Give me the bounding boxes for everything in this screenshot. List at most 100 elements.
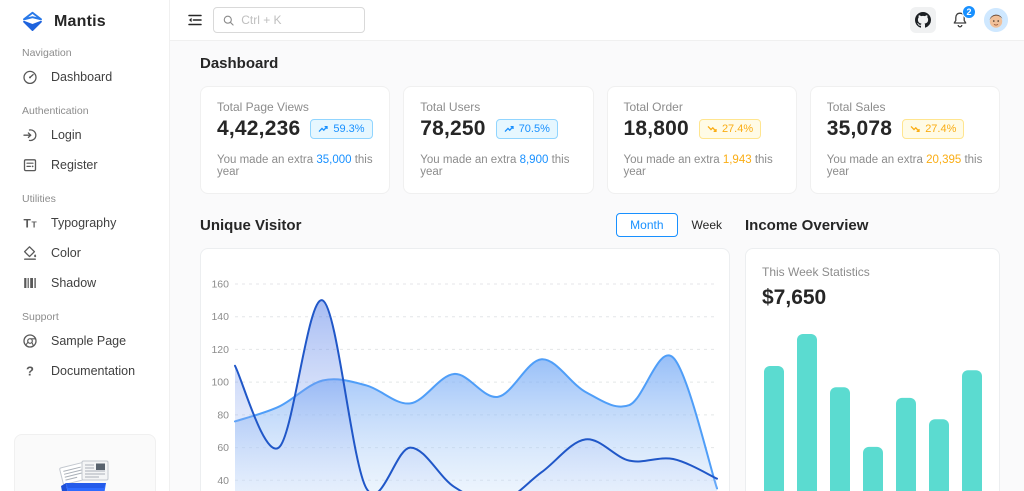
stat-value: 35,078 (826, 117, 893, 140)
stat-title: Total Page Views (217, 100, 309, 114)
stat-value: 4,42,236 (217, 117, 301, 140)
stat-title: Total Sales (826, 100, 886, 114)
brand-logo[interactable]: Mantis (0, 0, 169, 34)
sidebar-item-documentation[interactable]: ? Documentation (0, 356, 169, 386)
stat-footer-highlight: 20,395 (926, 154, 962, 166)
color-icon (23, 246, 37, 260)
sidebar-item-label: Documentation (51, 364, 136, 378)
stat-card-total-users: Total Users 78,250 70.5% You made an ext… (403, 86, 594, 194)
topbar-actions: 2 (910, 5, 1008, 33)
stat-footer: You made an extra 1,943 this year (623, 154, 773, 178)
nav-section-support: Support (22, 311, 59, 323)
user-avatar[interactable] (984, 8, 1008, 32)
sidebar-item-typography[interactable]: T T Typography (0, 208, 169, 238)
svg-text:?: ? (26, 364, 34, 379)
main-content: Dashboard Total Page Views 4,42,236 59.3… (170, 41, 1024, 491)
trending-down-icon (707, 125, 717, 133)
trend-badge: 59.3% (310, 118, 373, 140)
unique-visitor-area-chart: 16014012010080604020 (211, 279, 718, 491)
shadow-icon (24, 278, 36, 288)
trend-badge: 27.4% (902, 118, 965, 140)
sample-page-icon (23, 334, 37, 348)
notifications-button[interactable]: 2 (951, 5, 976, 29)
login-icon (23, 129, 37, 142)
typography-icon: T T (24, 217, 38, 231)
sidebar-item-label: Typography (51, 216, 117, 230)
sidebar-item-label: Login (51, 128, 82, 142)
charts-row: Unique Visitor Month Week 160 140 120 10… (200, 210, 1000, 491)
search-icon (223, 15, 234, 26)
nav-section-utilities: Utilities (22, 193, 56, 205)
sidebar-item-sample-page[interactable]: Sample Page (0, 326, 169, 356)
income-bar-chart (764, 334, 982, 491)
svg-text:T: T (32, 220, 38, 230)
register-icon (23, 159, 37, 172)
svg-text:40: 40 (217, 475, 229, 487)
stat-value: 78,250 (420, 117, 486, 140)
income-amount: $7,650 (762, 286, 827, 309)
menu-fold-icon (188, 14, 202, 26)
sidebar-item-label: Sample Page (51, 334, 127, 348)
sidebar-item-login[interactable]: Login (0, 120, 169, 150)
svg-text:140: 140 (211, 311, 229, 323)
menu-fold-button[interactable] (183, 8, 207, 32)
page-title: Dashboard (200, 55, 279, 72)
global-search[interactable] (213, 7, 365, 33)
svg-text:120: 120 (211, 344, 229, 356)
stat-cards-row: Total Page Views 4,42,236 59.3% You made… (200, 86, 1000, 194)
sidebar-item-label: Color (51, 246, 81, 260)
stat-card-total-sales: Total Sales 35,078 27.4% You made an ext… (809, 86, 1000, 194)
income-overview-panel: Income Overview This Week Statistics $7,… (745, 210, 1000, 491)
income-overview-card: This Week Statistics $7,650 (745, 248, 1000, 491)
avatar-image (984, 8, 1008, 32)
sidebar-item-label: Register (51, 158, 98, 172)
sidebar-item-dashboard[interactable]: Dashboard (0, 62, 169, 92)
stat-footer: You made an extra 35,000 this year (217, 154, 373, 178)
sidebar-item-register[interactable]: Register (0, 150, 169, 180)
unique-visitor-chart-card: 16014012010080604020 (200, 248, 730, 491)
trending-up-icon (318, 125, 329, 133)
notification-badge: 2 (962, 5, 976, 19)
sidebar-item-shadow[interactable]: Shadow (0, 268, 169, 298)
unique-visitor-panel: Unique Visitor Month Week 160 140 120 10… (200, 210, 730, 491)
github-icon (915, 12, 931, 28)
range-toggle: Month Week (616, 213, 730, 237)
stat-title: Total Users (420, 100, 481, 114)
mantis-logo-icon (23, 11, 42, 31)
brand-name: Mantis (54, 12, 106, 30)
month-button[interactable]: Month (616, 213, 678, 237)
dashboard-icon (23, 70, 37, 85)
stat-card-total-page-views: Total Page Views 4,42,236 59.3% You made… (200, 86, 391, 194)
github-button[interactable] (910, 7, 936, 33)
trending-up-icon (504, 125, 514, 133)
stat-footer-highlight: 8,900 (519, 154, 549, 166)
search-input[interactable] (241, 13, 355, 27)
trending-down-icon (910, 125, 920, 133)
sidebar-nav: Navigation Dashboard Authentication Logi… (0, 34, 169, 386)
stat-footer-highlight: 1,943 (722, 154, 752, 166)
mailbox-illustration (59, 460, 109, 491)
sidebar-item-label: Dashboard (51, 70, 113, 84)
sidebar-promo-card[interactable] (14, 434, 156, 491)
stat-card-total-order: Total Order 18,800 27.4% You made an ext… (606, 86, 797, 194)
trend-badge: 27.4% (698, 118, 762, 140)
sidebar: Mantis Navigation Dashboard Authenticati… (0, 0, 170, 491)
sidebar-item-color[interactable]: Color (0, 238, 169, 268)
sidebar-item-label: Shadow (51, 276, 97, 290)
svg-text:80: 80 (217, 409, 229, 421)
stat-value: 18,800 (623, 117, 689, 140)
stat-title: Total Order (623, 100, 683, 114)
nav-section-authentication: Authentication (22, 105, 89, 117)
nav-section-navigation: Navigation (22, 47, 72, 59)
documentation-icon: ? (26, 364, 34, 379)
svg-text:160: 160 (211, 279, 229, 291)
stat-footer: You made an extra 20,395 this year (826, 154, 983, 178)
top-bar: 2 (170, 0, 1024, 41)
unique-visitor-title: Unique Visitor (200, 216, 302, 234)
income-subtitle: This Week Statistics (762, 265, 870, 279)
trend-badge: 70.5% (495, 118, 558, 140)
svg-text:T: T (24, 217, 32, 231)
svg-text:100: 100 (211, 377, 229, 389)
income-overview-title: Income Overview (745, 216, 869, 234)
week-button[interactable]: Week (684, 214, 730, 236)
